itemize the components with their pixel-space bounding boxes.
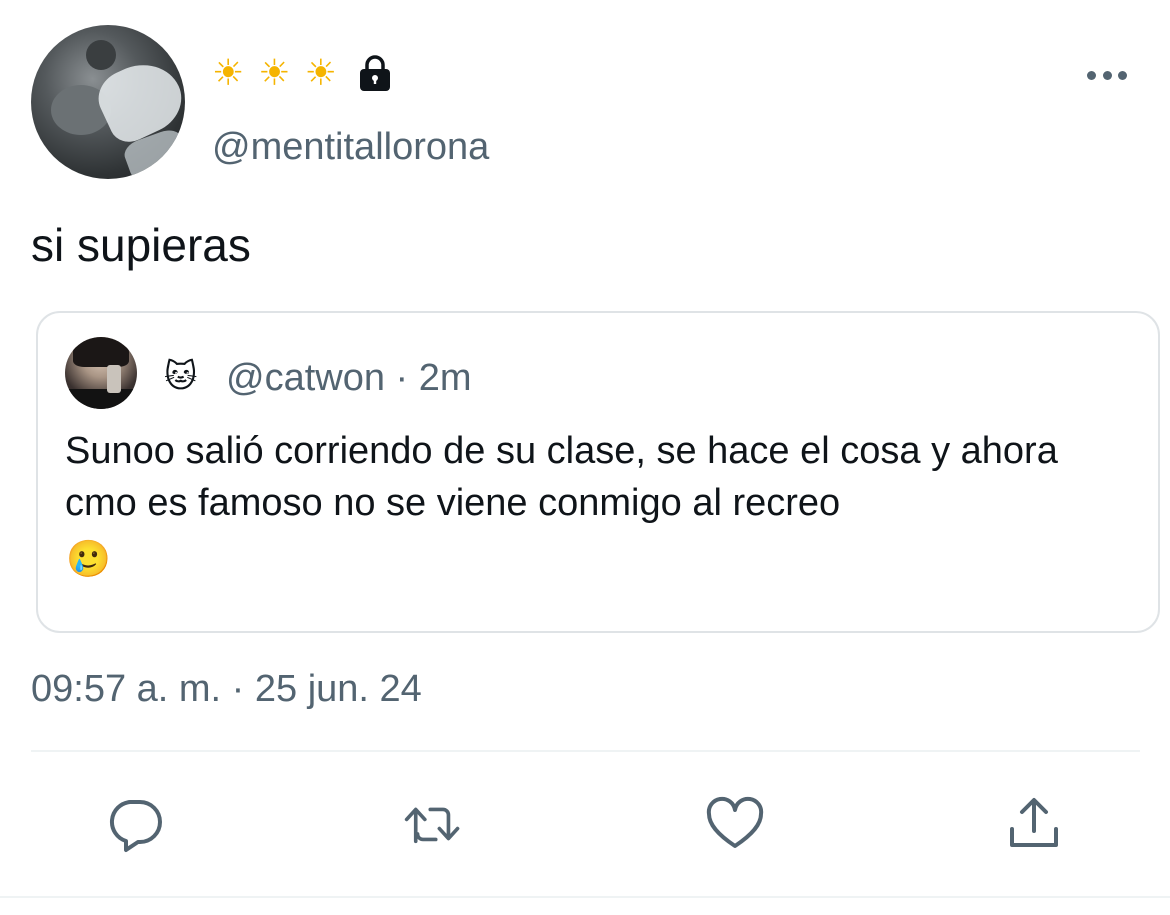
cat-emoji: 🐱 xyxy=(164,358,198,394)
author-display-name[interactable]: ☀ ☀ ☀ xyxy=(212,52,395,94)
more-options-icon[interactable] xyxy=(1087,66,1127,84)
tweet-timestamp[interactable]: 09:57 a. m. · 25 jun. 24 xyxy=(31,668,422,711)
like-icon[interactable] xyxy=(705,794,765,854)
quoted-author-avatar[interactable] xyxy=(65,337,137,409)
share-icon[interactable] xyxy=(1004,794,1064,854)
tweet-text: si supieras xyxy=(31,219,251,271)
quoted-handle-time[interactable]: @catwon · 2m xyxy=(226,357,472,400)
crying-smile-emoji: 🥲 xyxy=(66,538,111,579)
divider xyxy=(31,750,1140,752)
sun-emoji-2: ☀ xyxy=(258,52,291,93)
author-avatar[interactable] xyxy=(31,25,185,179)
author-handle[interactable]: @mentitallorona xyxy=(212,126,489,169)
retweet-icon[interactable] xyxy=(403,794,463,854)
quoted-tweet-card[interactable]: 🐱 @catwon · 2m Sunoo salió corriendo de … xyxy=(36,311,1160,633)
lock-icon xyxy=(355,53,395,93)
bottom-divider xyxy=(0,896,1170,898)
reply-icon[interactable] xyxy=(105,794,165,854)
sun-emoji-3: ☀ xyxy=(304,52,337,93)
sun-emoji-1: ☀ xyxy=(212,52,245,93)
quoted-tweet-text: Sunoo salió corriendo de su clase, se ha… xyxy=(65,430,1058,524)
